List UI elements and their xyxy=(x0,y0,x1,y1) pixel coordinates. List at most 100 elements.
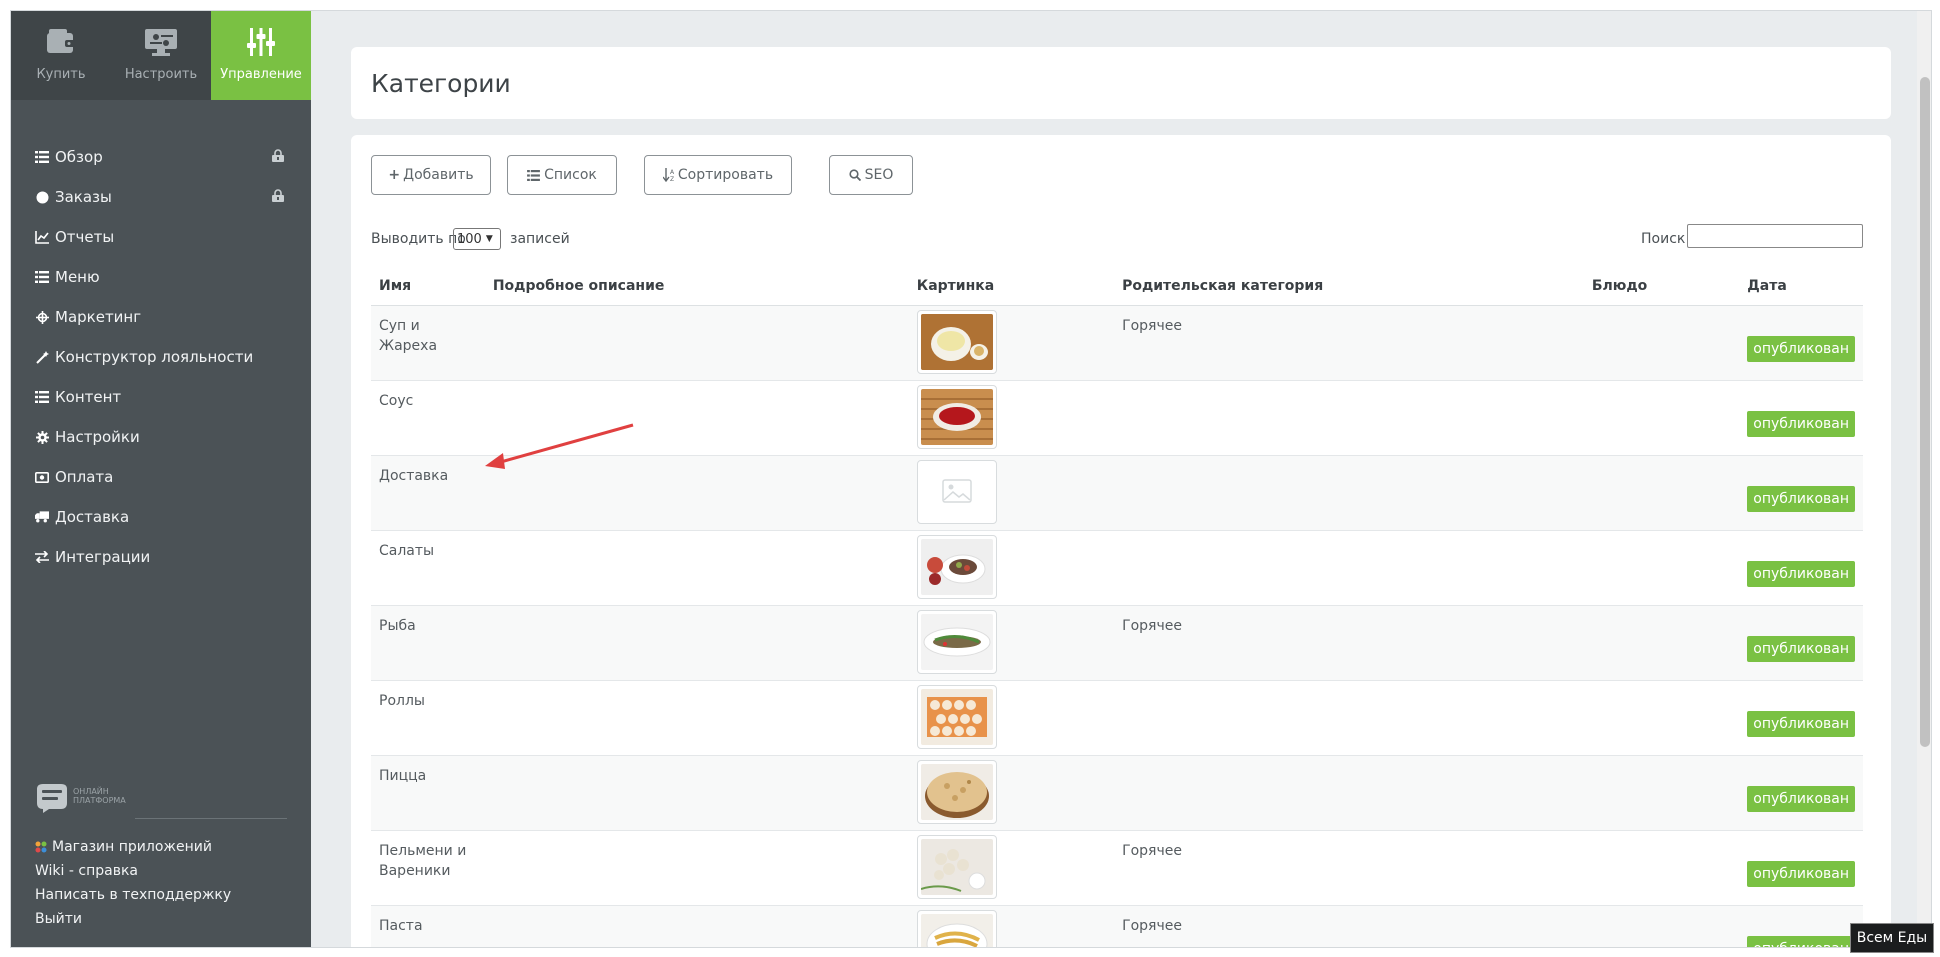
table-row[interactable]: Роллы опубликован xyxy=(371,680,1863,756)
cell-name[interactable]: Паста xyxy=(371,905,485,947)
apps-grid-icon xyxy=(35,841,47,853)
support-link[interactable]: Написать в техподдержку xyxy=(35,883,231,907)
cell-image xyxy=(908,530,1115,606)
categories-card: + Добавить Список AZ Сортировать SEO Выв… xyxy=(351,135,1891,947)
sort-button-label: Сортировать xyxy=(677,167,774,183)
corner-brand-badge[interactable]: Всем Еды xyxy=(1850,923,1934,953)
category-image[interactable] xyxy=(916,609,997,674)
sidebar-item-settings[interactable]: Настройки xyxy=(11,417,311,457)
sort-button[interactable]: AZ Сортировать xyxy=(644,155,792,195)
category-image[interactable] xyxy=(916,909,997,947)
annotation-arrow xyxy=(485,423,634,469)
sidebar-item-loyalty[interactable]: Конструктор лояльности xyxy=(11,337,311,377)
gear-icon xyxy=(35,430,49,444)
category-image[interactable] xyxy=(916,384,997,449)
sidebar-item-label: Заказы xyxy=(55,188,112,206)
sidebar-item-label: Доставка xyxy=(55,508,130,526)
status-badge: опубликован xyxy=(1747,560,1855,587)
column-header-name[interactable]: Имя xyxy=(371,267,485,306)
cell-name[interactable]: Доставка xyxy=(371,455,485,531)
cell-parent xyxy=(1114,455,1584,531)
table-row[interactable]: Пицца опубликован xyxy=(371,755,1863,831)
sidebar-item-label: Конструктор лояльности xyxy=(55,348,254,366)
cell-name[interactable]: Пицца xyxy=(371,755,485,831)
sidebar-item-menu[interactable]: Меню xyxy=(11,257,311,297)
sidebar-item-content[interactable]: Контент xyxy=(11,377,311,417)
add-button[interactable]: + Добавить xyxy=(371,155,491,195)
cell-date: опубликован xyxy=(1739,830,1863,906)
cell-name[interactable]: Салаты xyxy=(371,530,485,606)
topnav-buy-label: Купить xyxy=(36,67,86,82)
app-store-link[interactable]: Магазин приложений xyxy=(35,835,231,859)
cell-image xyxy=(908,830,1115,906)
logout-link[interactable]: Выйти xyxy=(35,907,231,931)
status-badge: опубликован xyxy=(1747,485,1855,512)
page-header: Категории xyxy=(351,47,1891,119)
seo-button-label: SEO xyxy=(864,167,894,183)
lock-icon xyxy=(271,149,285,163)
category-image[interactable] xyxy=(916,834,997,899)
sidebar-item-reports[interactable]: Отчеты xyxy=(11,217,311,257)
list-button-label: Список xyxy=(544,167,597,183)
sidebar-item-marketing[interactable]: Маркетинг xyxy=(11,297,311,337)
topnav-configure[interactable]: Настроить xyxy=(111,11,211,100)
cell-dish xyxy=(1583,680,1740,756)
app-window: Купить Настроить Управление Обзор Заказы… xyxy=(10,10,1932,948)
cell-name[interactable]: Рыба xyxy=(371,605,485,681)
sidebar-item-orders[interactable]: Заказы xyxy=(11,177,311,217)
topnav-manage[interactable]: Управление xyxy=(211,11,311,100)
column-header-dish[interactable]: Блюдо xyxy=(1583,267,1740,306)
cell-name[interactable]: Соус xyxy=(371,380,485,456)
table-row[interactable]: Пельмени и Вареники Горячее опубликован xyxy=(371,830,1863,906)
table-row[interactable]: Суп и Жареха Горячее опубликован xyxy=(371,305,1863,381)
scrollbar-thumb[interactable] xyxy=(1920,77,1930,747)
sidebar-item-label: Настройки xyxy=(55,428,140,446)
cell-description xyxy=(484,605,909,681)
page-size-value: 100 xyxy=(457,231,482,247)
seo-button[interactable]: SEO xyxy=(829,155,913,195)
sidebar-item-delivery[interactable]: Доставка xyxy=(11,497,311,537)
vertical-scrollbar[interactable] xyxy=(1917,11,1931,947)
category-image[interactable] xyxy=(916,309,997,374)
cell-image xyxy=(908,680,1115,756)
cell-name[interactable]: Суп и Жареха xyxy=(371,305,485,381)
cell-description xyxy=(484,830,909,906)
sidebar-item-integrations[interactable]: Интеграции xyxy=(11,537,311,577)
cell-date: опубликован xyxy=(1739,455,1863,531)
cell-name[interactable]: Роллы xyxy=(371,680,485,756)
category-image[interactable] xyxy=(916,684,997,749)
sidebar-item-label: Отчеты xyxy=(55,228,115,246)
table-row[interactable]: Паста Горячее опубликован xyxy=(371,905,1863,947)
column-header-description[interactable]: Подробное описание xyxy=(484,267,909,306)
logo-subtitle: ОНЛАЙН ПЛАТФОРМА xyxy=(73,787,126,805)
cell-parent: Горячее xyxy=(1114,305,1584,381)
category-image[interactable] xyxy=(916,759,997,824)
status-badge: опубликован xyxy=(1747,785,1855,812)
sidebar-item-payment[interactable]: Оплата xyxy=(11,457,311,497)
plus-icon: + xyxy=(388,167,401,183)
sidebar-item-label: Контент xyxy=(55,388,122,406)
list-icon xyxy=(35,270,49,284)
exchange-icon xyxy=(35,550,49,564)
truck-icon xyxy=(35,510,49,524)
svg-text:A: A xyxy=(670,169,675,176)
wiki-link[interactable]: Wiki - справка xyxy=(35,859,231,883)
list-button[interactable]: Список xyxy=(507,155,617,195)
cell-name[interactable]: Пельмени и Вареники xyxy=(371,830,485,906)
table-row[interactable]: Рыба Горячее опубликован xyxy=(371,605,1863,681)
image-placeholder[interactable] xyxy=(916,459,997,524)
search-input[interactable] xyxy=(1687,224,1863,248)
sidebar-item-overview[interactable]: Обзор xyxy=(11,137,311,177)
column-header-parent[interactable]: Родительская категория xyxy=(1114,267,1584,306)
cell-image xyxy=(908,755,1115,831)
topnav-buy[interactable]: Купить xyxy=(11,11,111,100)
table-row[interactable]: Салаты опубликован xyxy=(371,530,1863,606)
column-header-date[interactable]: Дата xyxy=(1739,267,1863,306)
page-size-select[interactable]: 100 ▼ xyxy=(453,228,501,250)
image-placeholder-icon xyxy=(920,463,993,520)
sidebar-item-label: Маркетинг xyxy=(55,308,142,326)
cell-description xyxy=(484,680,909,756)
cell-image xyxy=(908,905,1115,947)
category-image[interactable] xyxy=(916,534,997,599)
column-header-image[interactable]: Картинка xyxy=(908,267,1115,306)
